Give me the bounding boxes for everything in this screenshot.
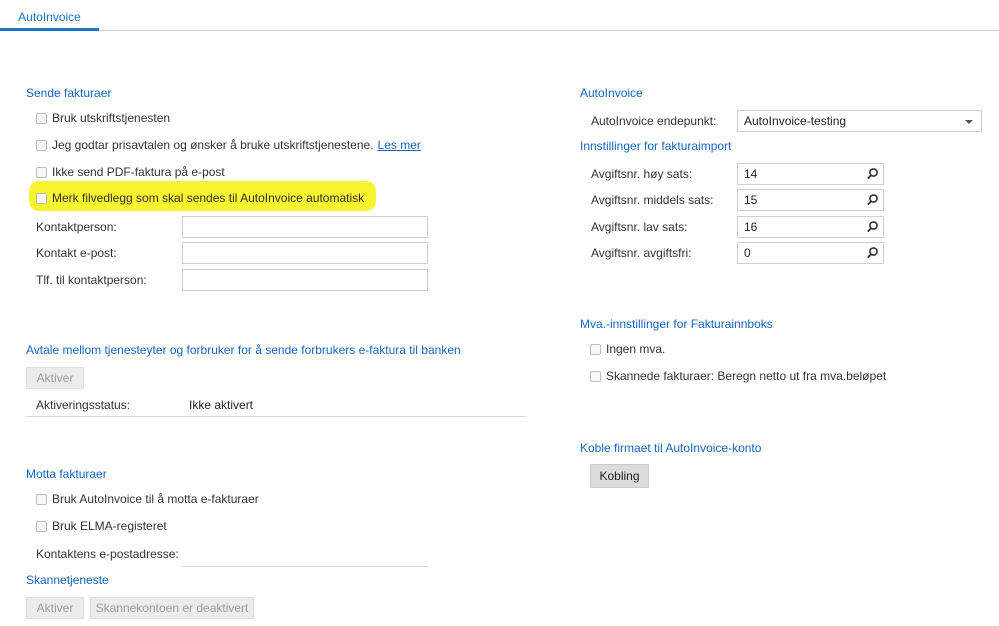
tlf-input[interactable] — [182, 269, 428, 291]
search-icon[interactable] — [866, 193, 880, 207]
filvedlegg-label: Merk filvedlegg som skal sendes til Auto… — [52, 191, 365, 205]
kontakt-epost-input[interactable] — [182, 242, 428, 264]
kontaktens-epost-input[interactable] — [184, 547, 426, 565]
epost-underline — [182, 566, 428, 567]
avtale-aktiver-button[interactable]: Aktiver — [26, 367, 84, 389]
tab-bar: AutoInvoice — [0, 0, 999, 31]
endepunkt-label: AutoInvoice endepunkt: — [591, 114, 717, 128]
search-icon[interactable] — [866, 167, 880, 181]
kobling-button[interactable]: Kobling — [590, 464, 649, 488]
skanne-aktiver-button[interactable]: Aktiver — [26, 597, 84, 619]
endepunkt-value: AutoInvoice-testing — [744, 114, 847, 128]
sende-section-title: Sende fakturaer — [26, 86, 112, 100]
skannede-label: Skannede fakturaer: Beregn netto ut fra … — [606, 369, 887, 383]
ikke-pdf-label: Ikke send PDF-faktura på e-post — [52, 165, 225, 179]
chevron-down-icon — [965, 120, 973, 124]
hoy-sats-label: Avgiftsnr. høy sats: — [591, 167, 693, 181]
tlf-label: Tlf. til kontaktperson: — [36, 273, 147, 287]
kontakt-epost-label: Kontakt e-post: — [36, 246, 117, 260]
import-section-title: Innstillinger for fakturaimport — [580, 139, 732, 153]
tab-autoinvoice[interactable]: AutoInvoice — [0, 0, 99, 31]
skannekonto-status-button: Skannekontoen er deaktivert — [90, 597, 254, 619]
utskrift-checkbox[interactable] — [36, 112, 47, 124]
filvedlegg-checkbox[interactable] — [36, 192, 47, 204]
checkbox-row-prisavtale[interactable]: Jeg godtar prisavtalen og ønsker å bruke… — [36, 137, 421, 153]
middels-sats-label: Avgiftsnr. middels sats: — [591, 193, 714, 207]
aktiveringsstatus-value: Ikke aktivert — [189, 398, 254, 412]
prisavtale-checkbox[interactable] — [36, 139, 47, 151]
ikke-pdf-checkbox[interactable] — [36, 166, 47, 178]
motta-efaktura-label: Bruk AutoInvoice til å motta e-fakturaer — [52, 492, 259, 506]
koble-section-title: Koble firmaet til AutoInvoice-konto — [580, 441, 762, 455]
lav-sats-value: 16 — [744, 220, 758, 234]
checkbox-row-utskrift[interactable]: Bruk utskriftstjenesten — [36, 110, 170, 126]
elma-label: Bruk ELMA-registeret — [52, 519, 167, 533]
skannede-checkbox[interactable] — [590, 370, 601, 382]
lav-sats-input[interactable]: 16 — [737, 216, 884, 238]
ingen-mva-label: Ingen mva. — [606, 342, 666, 356]
autoinvoice-section-title: AutoInvoice — [580, 86, 643, 100]
search-icon[interactable] — [866, 246, 880, 260]
aktiveringsstatus-label: Aktiveringsstatus: — [36, 398, 131, 412]
checkbox-row-filvedlegg[interactable]: Merk filvedlegg som skal sendes til Auto… — [36, 190, 364, 206]
checkbox-row-skannede[interactable]: Skannede fakturaer: Beregn netto ut fra … — [590, 368, 886, 384]
mva-section-title: Mva.-innstillinger for Fakturainnboks — [580, 317, 773, 331]
checkbox-row-ingen-mva[interactable]: Ingen mva. — [590, 341, 665, 357]
avtale-section-title: Avtale mellom tjenesteyter og forbruker … — [26, 343, 461, 357]
les-mer-link[interactable]: Les mer — [378, 138, 421, 152]
search-icon[interactable] — [866, 220, 880, 234]
ingen-mva-checkbox[interactable] — [590, 343, 601, 355]
kontaktens-epost-label: Kontaktens e-postadresse: — [36, 547, 179, 561]
elma-checkbox[interactable] — [36, 520, 47, 532]
checkbox-row-elma[interactable]: Bruk ELMA-registeret — [36, 518, 167, 534]
status-divider — [26, 416, 526, 417]
lav-sats-label: Avgiftsnr. lav sats: — [591, 220, 688, 234]
skanne-section-title: Skannetjeneste — [26, 573, 109, 587]
avgiftsfri-label: Avgiftsnr. avgiftsfri: — [591, 246, 692, 260]
prisavtale-label: Jeg godtar prisavtalen og ønsker å bruke… — [52, 138, 374, 152]
avgiftsfri-value: 0 — [744, 246, 751, 260]
utskrift-label: Bruk utskriftstjenesten — [52, 111, 171, 125]
kontaktperson-input[interactable] — [182, 216, 428, 238]
avgiftsfri-input[interactable]: 0 — [737, 242, 884, 264]
motta-efaktura-checkbox[interactable] — [36, 493, 47, 505]
middels-sats-value: 15 — [744, 193, 758, 207]
kontaktperson-label: Kontaktperson: — [36, 220, 117, 234]
checkbox-row-ikke-pdf[interactable]: Ikke send PDF-faktura på e-post — [36, 164, 225, 180]
hoy-sats-value: 14 — [744, 167, 758, 181]
endepunkt-select[interactable]: AutoInvoice-testing — [737, 110, 982, 132]
hoy-sats-input[interactable]: 14 — [737, 163, 884, 185]
checkbox-row-motta-efaktura[interactable]: Bruk AutoInvoice til å motta e-fakturaer — [36, 491, 259, 507]
middels-sats-input[interactable]: 15 — [737, 189, 884, 211]
motta-section-title: Motta fakturaer — [26, 467, 107, 481]
